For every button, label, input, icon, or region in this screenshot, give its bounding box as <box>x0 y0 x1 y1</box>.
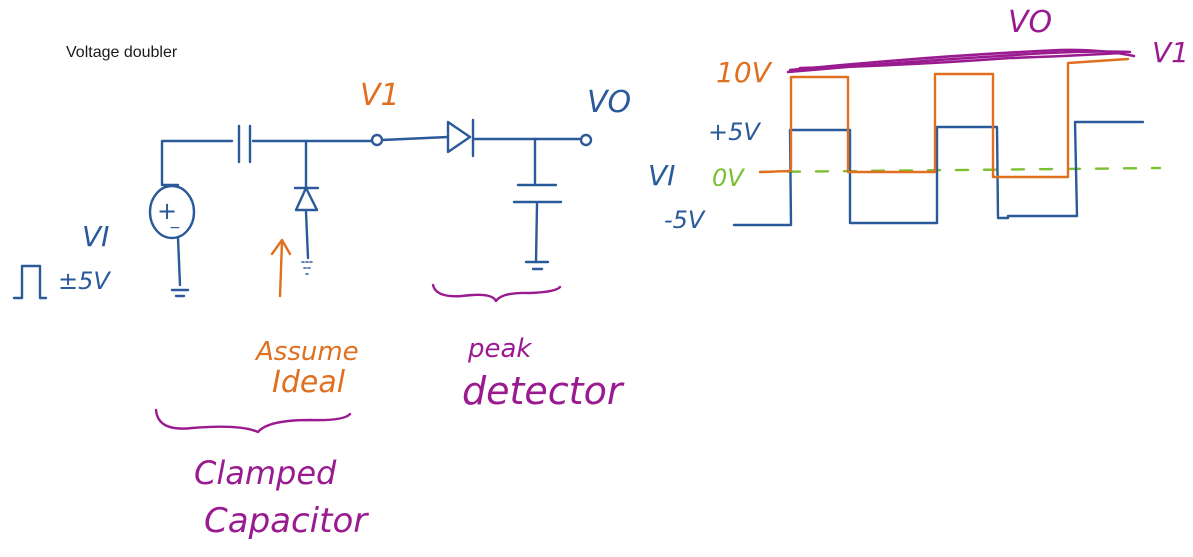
input-square-wave-vi <box>732 120 1145 227</box>
zero-volt-reference-line <box>758 166 1162 174</box>
waveform-vo-label: VO <box>1008 5 1052 40</box>
source-label-vi: VI <box>82 220 109 253</box>
wire-clamp-diode-bottom <box>304 210 310 260</box>
level-0v-label: 0V <box>712 164 745 192</box>
node-v1-label: V1 <box>360 78 400 113</box>
output-vo-label: VO <box>587 85 631 120</box>
source-amplitude-label: ±5V <box>58 267 111 295</box>
assume-ideal-arrow <box>270 238 292 298</box>
waveform-vi-label: VI <box>648 159 675 192</box>
wire-source-bottom <box>176 236 182 287</box>
peak-detector-brace <box>431 283 562 303</box>
peak-detector-label-line2: detector <box>462 369 625 413</box>
wire-output-cap-bottom <box>534 202 539 264</box>
clamped-capacitor-brace <box>154 408 352 434</box>
clamped-capacitor-label-line1: Clamped <box>194 454 337 492</box>
assume-ideal-label-line2: Ideal <box>272 365 346 400</box>
wire-source-to-capacitor <box>160 139 234 187</box>
level-minus5v-label: -5V <box>664 206 706 234</box>
level-10v-label: 10V <box>716 56 773 89</box>
waveform-v1-label: V1 <box>1152 36 1189 69</box>
node-v1-terminal <box>370 133 384 147</box>
ground-symbol-capacitor <box>524 260 550 271</box>
wire-node-to-diode <box>380 135 450 142</box>
clamp-diode-triangle <box>294 186 319 212</box>
peak-detector-label-line1: peak <box>467 334 532 364</box>
ground-symbol-source <box>170 288 190 298</box>
clamped-wave-v1 <box>758 57 1130 179</box>
square-pulse-icon <box>12 264 48 300</box>
series-diode-triangle <box>446 120 472 154</box>
clamped-capacitor-label-line2: Capacitor <box>204 501 369 541</box>
ground-symbol-diode <box>301 261 315 275</box>
whiteboard-canvas: + − VI ±5V V1 VO Assume Ideal peak detec… <box>12 5 1189 541</box>
assume-ideal-label-line1: Assume <box>254 337 359 367</box>
source-minus-sign: − <box>169 220 181 236</box>
output-terminal <box>579 133 593 147</box>
level-plus5v-label: +5V <box>708 118 761 146</box>
